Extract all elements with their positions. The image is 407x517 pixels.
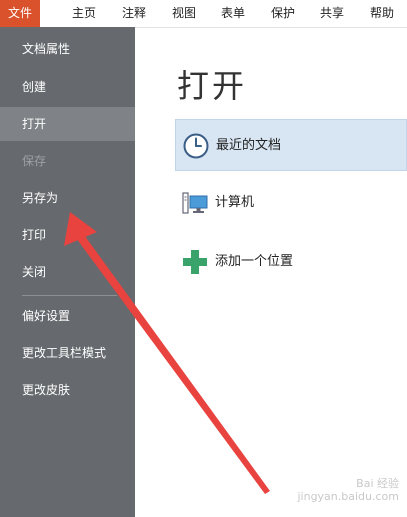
tab-form[interactable]: 表单: [209, 0, 257, 27]
sidebar-item-print[interactable]: 打印: [0, 218, 135, 252]
plus-icon: [183, 250, 207, 274]
option-computer[interactable]: 计算机: [175, 177, 407, 229]
computer-icon: [182, 192, 208, 214]
tab-protect[interactable]: 保护: [259, 0, 307, 27]
sidebar-item-create[interactable]: 创建: [0, 70, 135, 104]
option-label: 添加一个位置: [215, 254, 294, 269]
option-recent-documents[interactable]: 最近的文档: [175, 119, 407, 171]
sidebar-divider: [22, 295, 117, 296]
tab-view[interactable]: 视图: [160, 0, 208, 27]
watermark-line2: jingyan.baidu.com: [297, 490, 399, 503]
sidebar-item-save: 保存: [22, 154, 47, 168]
tab-help[interactable]: 帮助: [358, 0, 406, 27]
watermark: Bai 经验 jingyan.baidu.com: [297, 477, 399, 503]
tab-share[interactable]: 共享: [308, 0, 356, 27]
tab-home[interactable]: 主页: [60, 0, 108, 27]
option-label: 最近的文档: [216, 138, 282, 153]
sidebar-item-document-properties[interactable]: 文档属性: [0, 32, 135, 66]
watermark-line1: Bai 经验: [356, 477, 399, 490]
tab-file[interactable]: 文件: [0, 0, 40, 27]
page-title: 打开: [177, 67, 248, 105]
menubar: 文件 主页 注释 视图 表单 保护 共享 帮助: [0, 0, 407, 28]
app-window: 文件 主页 注释 视图 表单 保护 共享 帮助 文档属性 创建 打开 保存 另存…: [0, 0, 407, 517]
sidebar-item-close[interactable]: 关闭: [0, 255, 135, 289]
tab-comment[interactable]: 注释: [110, 0, 158, 27]
sidebar: 文档属性 创建 打开 保存 另存为 打印 关闭 偏好设置 更改工具栏模式 更改皮…: [0, 27, 135, 517]
sidebar-item-toolbar-mode[interactable]: 更改工具栏模式: [0, 336, 135, 370]
main-panel: 打开 最近的文档 计算机 添加一个位置: [135, 27, 407, 517]
sidebar-item-open[interactable]: 打开: [0, 107, 135, 141]
option-label: 计算机: [215, 195, 255, 210]
clock-icon: [183, 133, 209, 159]
option-add-location[interactable]: 添加一个位置: [175, 236, 407, 288]
sidebar-item-save-as[interactable]: 另存为: [0, 181, 135, 215]
sidebar-item-preferences[interactable]: 偏好设置: [0, 299, 135, 333]
sidebar-item-change-skin[interactable]: 更改皮肤: [0, 373, 135, 407]
